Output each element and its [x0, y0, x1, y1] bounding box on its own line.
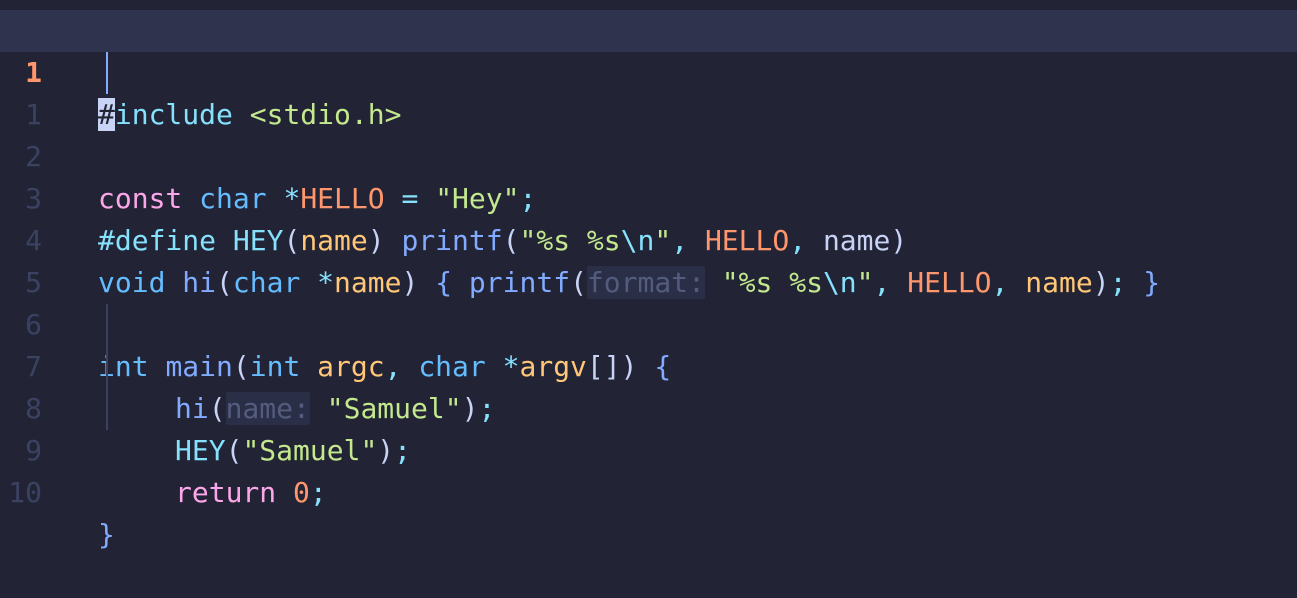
code-line[interactable]: 8 HEY("Samuel");	[0, 346, 1297, 467]
code-line[interactable]: 3 #define HEY(name) printf("%s %s\n", HE…	[0, 136, 1297, 257]
code-line[interactable]: 2 const char *HELLO = "Hey";	[0, 94, 1297, 215]
code-line[interactable]: 1 #include <stdio.h>	[0, 10, 1297, 131]
line-number: 10	[8, 476, 42, 509]
code-editor[interactable]: 1 #include <stdio.h> 1 2 const char *HEL…	[0, 0, 1297, 551]
code-line[interactable]: 5	[0, 220, 1297, 299]
code-line[interactable]: 4 void hi(char *name) { printf(format: "…	[0, 178, 1297, 299]
code-line[interactable]: 6 int main(int argc, char *argv[]) {	[0, 262, 1297, 383]
insert-caret	[106, 52, 108, 94]
code-text[interactable]: return 0;	[175, 472, 327, 514]
code-text[interactable]: }	[98, 514, 115, 556]
code-line[interactable]: 1	[0, 52, 1297, 131]
code-line[interactable]: 10 }	[0, 430, 1297, 551]
code-line[interactable]: 7 hi(name: "Samuel");	[0, 304, 1297, 425]
code-line[interactable]: 9 return 0;	[0, 388, 1297, 509]
